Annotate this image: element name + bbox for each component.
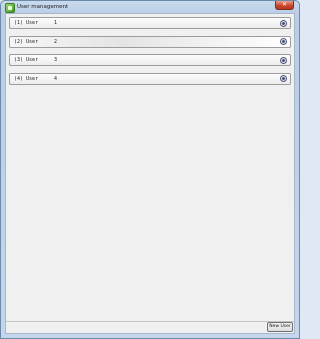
settings-icon[interactable] xyxy=(280,56,287,64)
user-row-number: 1 xyxy=(54,20,58,26)
user-row-label: (2) User xyxy=(14,38,39,45)
user-row-number: 3 xyxy=(54,57,58,63)
user-row-2[interactable]: (2) User 2 xyxy=(9,35,291,48)
user-list: (1) User 1 (2) User 2 (3) User 3 (4) Use… xyxy=(9,17,291,91)
user-row-number: 4 xyxy=(54,75,58,82)
user-row-label: (4) User xyxy=(14,75,39,82)
settings-icon[interactable] xyxy=(280,75,287,82)
client-area: (1) User 1 (2) User 2 (3) User 3 (4) Use… xyxy=(5,13,295,334)
settings-icon[interactable] xyxy=(280,19,287,27)
user-row-3[interactable]: (3) User 3 xyxy=(9,54,291,66)
app-icon xyxy=(5,3,15,13)
user-row-label: (1) User xyxy=(14,20,39,26)
user-management-window: User management ✕ (1) User 1 (2) User 2 … xyxy=(0,0,300,339)
settings-icon[interactable] xyxy=(280,38,287,45)
user-row-4[interactable]: (4) User 4 xyxy=(9,72,291,85)
user-row-1[interactable]: (1) User 1 xyxy=(9,17,291,29)
user-row-label: (3) User xyxy=(14,57,39,63)
window-title: User management xyxy=(17,4,69,10)
close-icon[interactable]: ✕ xyxy=(275,1,294,10)
user-row-number: 2 xyxy=(54,38,58,45)
new-user-button[interactable]: New User xyxy=(267,322,293,332)
bottom-bar: New User xyxy=(6,321,294,333)
